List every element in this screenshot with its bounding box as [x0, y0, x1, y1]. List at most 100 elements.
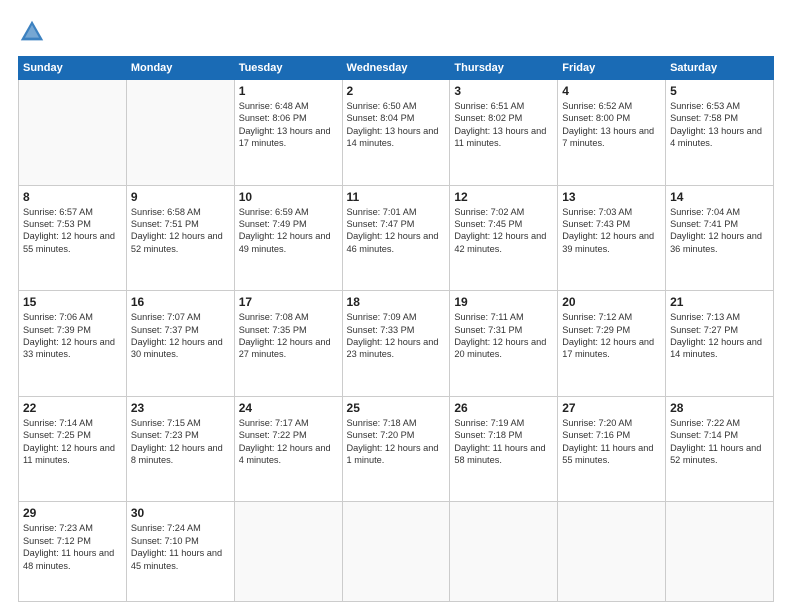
logo [18, 18, 50, 46]
day-info: Sunrise: 7:17 AMSunset: 7:22 PMDaylight:… [239, 417, 338, 467]
day-number: 2 [347, 84, 446, 98]
weekday-header-row: Sunday Monday Tuesday Wednesday Thursday… [19, 57, 774, 80]
day-number: 4 [562, 84, 661, 98]
day-number: 13 [562, 190, 661, 204]
calendar-cell: 13 Sunrise: 7:03 AMSunset: 7:43 PMDayligh… [558, 185, 666, 291]
page-header [18, 18, 774, 46]
calendar-week-row: 29 Sunrise: 7:23 AMSunset: 7:12 PMDayligh… [19, 502, 774, 602]
day-info: Sunrise: 7:09 AMSunset: 7:33 PMDaylight:… [347, 311, 446, 361]
calendar-cell: 12 Sunrise: 7:02 AMSunset: 7:45 PMDayligh… [450, 185, 558, 291]
calendar-cell: 16 Sunrise: 7:07 AMSunset: 7:37 PMDayligh… [126, 291, 234, 397]
calendar-cell: 10 Sunrise: 6:59 AMSunset: 7:49 PMDayligh… [234, 185, 342, 291]
day-number: 5 [670, 84, 769, 98]
day-info: Sunrise: 6:53 AMSunset: 7:58 PMDaylight:… [670, 100, 769, 150]
day-number: 27 [562, 401, 661, 415]
day-number: 1 [239, 84, 338, 98]
day-number: 21 [670, 295, 769, 309]
day-info: Sunrise: 7:18 AMSunset: 7:20 PMDaylight:… [347, 417, 446, 467]
calendar-cell [450, 502, 558, 602]
day-info: Sunrise: 6:59 AMSunset: 7:49 PMDaylight:… [239, 206, 338, 256]
day-number: 29 [23, 506, 122, 520]
day-number: 17 [239, 295, 338, 309]
calendar-cell: 9Sunrise: 6:58 AMSunset: 7:51 PMDaylight… [126, 185, 234, 291]
calendar-cell: 27 Sunrise: 7:20 AMSunset: 7:16 PMDayligh… [558, 396, 666, 502]
day-info: Sunrise: 7:23 AMSunset: 7:12 PMDaylight:… [23, 522, 122, 572]
day-number: 22 [23, 401, 122, 415]
header-sunday: Sunday [19, 57, 127, 80]
day-info: Sunrise: 7:13 AMSunset: 7:27 PMDaylight:… [670, 311, 769, 361]
calendar-cell [666, 502, 774, 602]
day-info: Sunrise: 6:52 AMSunset: 8:00 PMDaylight:… [562, 100, 661, 150]
calendar-cell: 28 Sunrise: 7:22 AMSunset: 7:14 PMDayligh… [666, 396, 774, 502]
day-info: Sunrise: 7:20 AMSunset: 7:16 PMDaylight:… [562, 417, 661, 467]
header-saturday: Saturday [666, 57, 774, 80]
day-number: 30 [131, 506, 230, 520]
day-number: 15 [23, 295, 122, 309]
calendar-cell: 4 Sunrise: 6:52 AMSunset: 8:00 PMDaylight… [558, 80, 666, 186]
calendar-cell: 26 Sunrise: 7:19 AMSunset: 7:18 PMDayligh… [450, 396, 558, 502]
day-info: Sunrise: 7:03 AMSunset: 7:43 PMDaylight:… [562, 206, 661, 256]
day-info: Sunrise: 7:07 AMSunset: 7:37 PMDaylight:… [131, 311, 230, 361]
calendar-cell: 14 Sunrise: 7:04 AMSunset: 7:41 PMDayligh… [666, 185, 774, 291]
calendar-cell: 18 Sunrise: 7:09 AMSunset: 7:33 PMDayligh… [342, 291, 450, 397]
calendar-cell: 21 Sunrise: 7:13 AMSunset: 7:27 PMDayligh… [666, 291, 774, 397]
day-number: 28 [670, 401, 769, 415]
calendar-cell [234, 502, 342, 602]
day-number: 12 [454, 190, 553, 204]
header-tuesday: Tuesday [234, 57, 342, 80]
day-info: Sunrise: 7:22 AMSunset: 7:14 PMDaylight:… [670, 417, 769, 467]
day-info: Sunrise: 7:04 AMSunset: 7:41 PMDaylight:… [670, 206, 769, 256]
day-number: 26 [454, 401, 553, 415]
day-number: 14 [670, 190, 769, 204]
calendar-cell [342, 502, 450, 602]
calendar-cell: 11 Sunrise: 7:01 AMSunset: 7:47 PMDayligh… [342, 185, 450, 291]
calendar-cell: 23Sunrise: 7:15 AMSunset: 7:23 PMDayligh… [126, 396, 234, 502]
day-number: 24 [239, 401, 338, 415]
day-number: 8 [23, 190, 122, 204]
calendar-cell: 5 Sunrise: 6:53 AMSunset: 7:58 PMDaylight… [666, 80, 774, 186]
calendar-cell [19, 80, 127, 186]
calendar-table: Sunday Monday Tuesday Wednesday Thursday… [18, 56, 774, 602]
day-number: 18 [347, 295, 446, 309]
calendar-cell: 20 Sunrise: 7:12 AMSunset: 7:29 PMDayligh… [558, 291, 666, 397]
calendar-cell [126, 80, 234, 186]
calendar-cell: 17 Sunrise: 7:08 AMSunset: 7:35 PMDayligh… [234, 291, 342, 397]
calendar-week-row: 8 Sunrise: 6:57 AMSunset: 7:53 PMDaylight… [19, 185, 774, 291]
calendar-cell: 25 Sunrise: 7:18 AMSunset: 7:20 PMDayligh… [342, 396, 450, 502]
day-info: Sunrise: 7:01 AMSunset: 7:47 PMDaylight:… [347, 206, 446, 256]
calendar-cell: 29 Sunrise: 7:23 AMSunset: 7:12 PMDayligh… [19, 502, 127, 602]
day-info: Sunrise: 6:58 AMSunset: 7:51 PMDaylight:… [131, 206, 230, 256]
day-info: Sunrise: 6:48 AMSunset: 8:06 PMDaylight:… [239, 100, 338, 150]
calendar-cell: 24 Sunrise: 7:17 AMSunset: 7:22 PMDayligh… [234, 396, 342, 502]
day-info: Sunrise: 7:14 AMSunset: 7:25 PMDaylight:… [23, 417, 122, 467]
header-thursday: Thursday [450, 57, 558, 80]
day-info: Sunrise: 7:06 AMSunset: 7:39 PMDaylight:… [23, 311, 122, 361]
day-info: Sunrise: 7:11 AMSunset: 7:31 PMDaylight:… [454, 311, 553, 361]
calendar-cell: 1 Sunrise: 6:48 AMSunset: 8:06 PMDaylight… [234, 80, 342, 186]
day-number: 11 [347, 190, 446, 204]
day-info: Sunrise: 7:19 AMSunset: 7:18 PMDaylight:… [454, 417, 553, 467]
day-info: Sunrise: 7:24 AMSunset: 7:10 PMDaylight:… [131, 522, 230, 572]
day-info: Sunrise: 6:57 AMSunset: 7:53 PMDaylight:… [23, 206, 122, 256]
day-info: Sunrise: 7:15 AMSunset: 7:23 PMDaylight:… [131, 417, 230, 467]
calendar-week-row: 22 Sunrise: 7:14 AMSunset: 7:25 PMDayligh… [19, 396, 774, 502]
day-number: 25 [347, 401, 446, 415]
calendar-cell: 30 Sunrise: 7:24 AMSunset: 7:10 PMDayligh… [126, 502, 234, 602]
day-info: Sunrise: 6:51 AMSunset: 8:02 PMDaylight:… [454, 100, 553, 150]
calendar-cell: 15 Sunrise: 7:06 AMSunset: 7:39 PMDayligh… [19, 291, 127, 397]
calendar-page: Sunday Monday Tuesday Wednesday Thursday… [0, 0, 792, 612]
day-info: Sunrise: 7:08 AMSunset: 7:35 PMDaylight:… [239, 311, 338, 361]
calendar-cell [558, 502, 666, 602]
day-info: Sunrise: 7:12 AMSunset: 7:29 PMDaylight:… [562, 311, 661, 361]
day-number: 3 [454, 84, 553, 98]
calendar-week-row: 1 Sunrise: 6:48 AMSunset: 8:06 PMDaylight… [19, 80, 774, 186]
day-number: 20 [562, 295, 661, 309]
calendar-cell: 3 Sunrise: 6:51 AMSunset: 8:02 PMDaylight… [450, 80, 558, 186]
day-number: 10 [239, 190, 338, 204]
header-wednesday: Wednesday [342, 57, 450, 80]
calendar-cell: 8 Sunrise: 6:57 AMSunset: 7:53 PMDaylight… [19, 185, 127, 291]
day-number: 16 [131, 295, 230, 309]
calendar-cell: 22 Sunrise: 7:14 AMSunset: 7:25 PMDayligh… [19, 396, 127, 502]
day-info: Sunrise: 7:02 AMSunset: 7:45 PMDaylight:… [454, 206, 553, 256]
calendar-cell: 19Sunrise: 7:11 AMSunset: 7:31 PMDayligh… [450, 291, 558, 397]
